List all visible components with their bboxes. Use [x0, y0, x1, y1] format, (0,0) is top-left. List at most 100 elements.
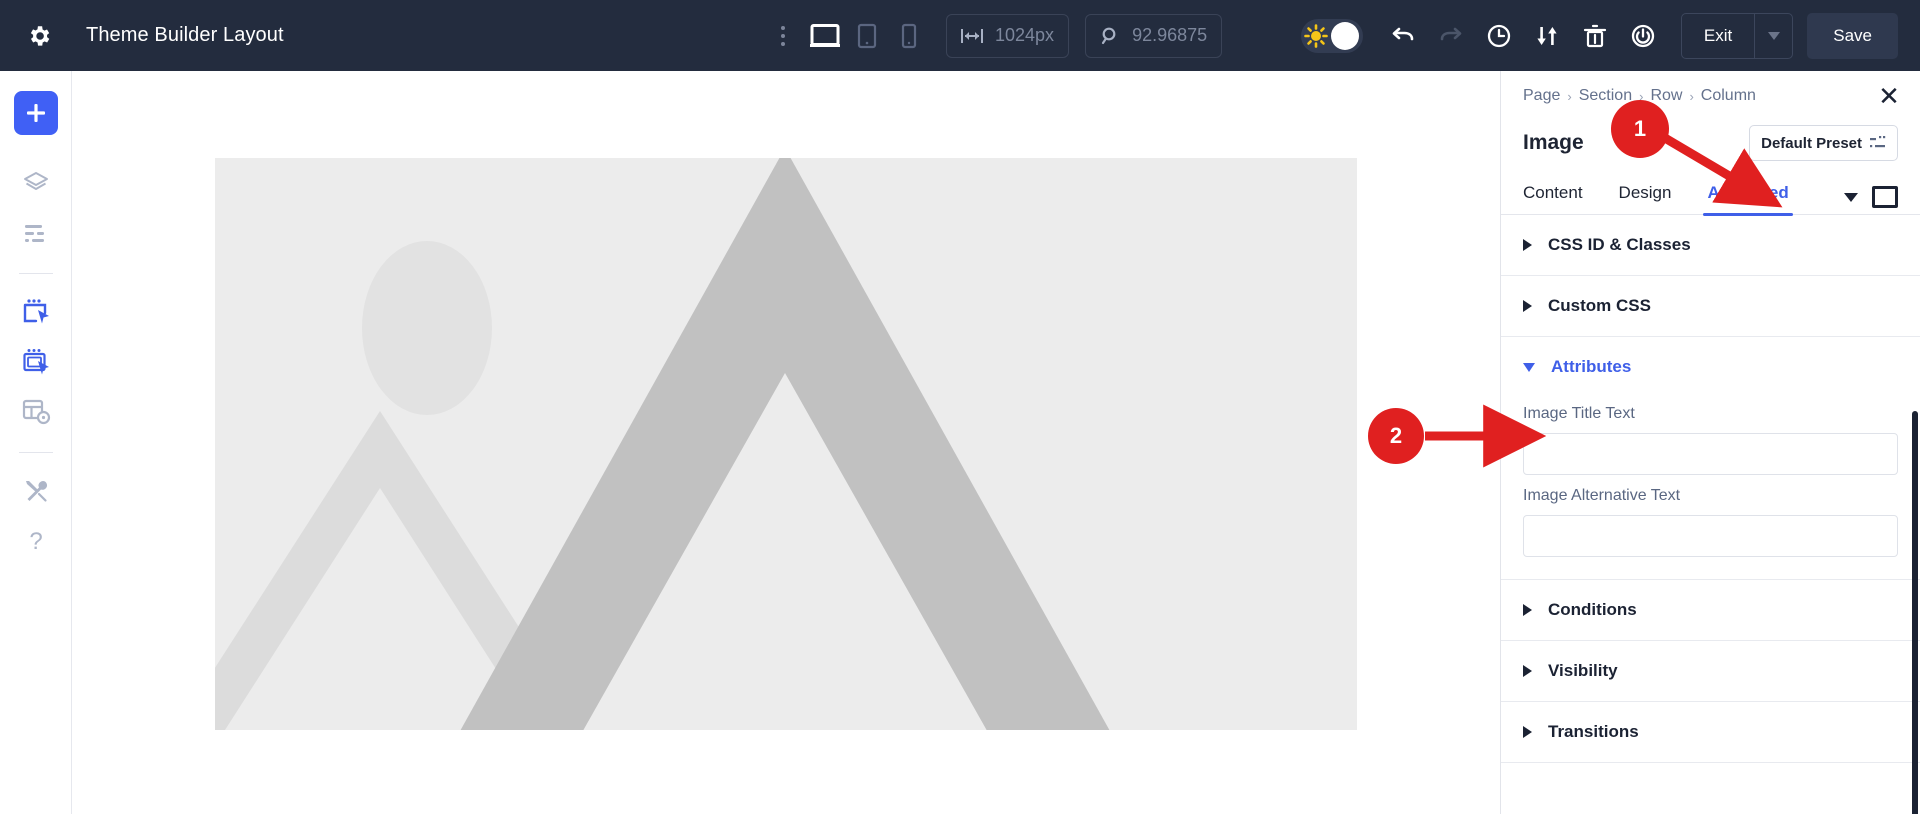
desktop-icon[interactable]	[804, 15, 846, 57]
attributes-content: Image Title Text Image Alternative Text	[1501, 385, 1920, 580]
save-button[interactable]: Save	[1807, 12, 1898, 59]
redo-icon[interactable]	[1427, 12, 1475, 60]
tab-advanced[interactable]: Advanced	[1703, 183, 1793, 216]
section-label: CSS ID & Classes	[1548, 235, 1691, 254]
section-conditions[interactable]: Conditions	[1501, 580, 1920, 641]
top-toolbar: Theme Builder Layout 1024px 92.96875 Exi…	[0, 0, 1920, 71]
question-mark-icon: ?	[29, 528, 42, 554]
width-arrows-icon	[961, 28, 983, 43]
zoom-level-field[interactable]: 92.96875	[1085, 13, 1223, 58]
section-attributes[interactable]: Attributes	[1501, 337, 1920, 385]
wrench-screwdriver-icon	[25, 481, 47, 502]
chevron-right-icon	[1523, 665, 1532, 677]
default-preset-label: Default Preset	[1761, 134, 1862, 152]
panel-tabs: Content Design Advanced	[1501, 183, 1920, 216]
tab-content[interactable]: Content	[1523, 183, 1583, 214]
section-label: Attributes	[1551, 357, 1632, 376]
breadcrumb: Page › Section › Row › Column	[1523, 87, 1898, 105]
panel-body: CSS ID & Classes Custom CSS Attributes I…	[1501, 215, 1920, 814]
page-settings-icon	[22, 399, 50, 425]
tab-extra-controls	[1844, 186, 1898, 214]
exit-button[interactable]: Exit	[1682, 14, 1754, 58]
theme-builder-app: Theme Builder Layout 1024px 92.96875 Exi…	[0, 0, 1920, 814]
panel-header: Page › Section › Row › Column ✕ Image De…	[1501, 71, 1920, 161]
chevron-right-icon	[1523, 726, 1532, 738]
undo-icon[interactable]	[1379, 12, 1427, 60]
section-label: Transitions	[1548, 722, 1639, 741]
close-icon[interactable]: ✕	[1874, 81, 1904, 111]
section-label: Visibility	[1548, 661, 1618, 680]
breadcrumb-item-section[interactable]: Section	[1579, 87, 1632, 105]
annotation-badge-2: 2	[1368, 408, 1424, 464]
sidebar-item-help[interactable]: ?	[14, 519, 58, 563]
breadcrumb-separator: ›	[1689, 88, 1694, 104]
panel-title-row: Image Default Preset	[1523, 125, 1898, 161]
tablet-icon[interactable]	[846, 15, 888, 57]
toolbar-left-group: Theme Builder Layout	[0, 19, 284, 53]
power-icon[interactable]	[1619, 12, 1667, 60]
chevron-right-icon	[1523, 604, 1532, 616]
toggle-knob	[1330, 21, 1359, 50]
annotation-badge-1: 1	[1611, 100, 1669, 158]
toolbar-center-group: 1024px 92.96875	[770, 0, 1223, 71]
chevron-right-icon	[1523, 239, 1532, 251]
breadcrumb-separator: ›	[1567, 88, 1572, 104]
section-label: Conditions	[1548, 600, 1637, 619]
app-title: Theme Builder Layout	[86, 24, 284, 46]
multi-select-icon	[22, 349, 49, 375]
image-title-text-label: Image Title Text	[1523, 405, 1635, 422]
zoom-level-value: 92.96875	[1132, 25, 1208, 45]
rail-divider-2	[18, 452, 53, 453]
theme-toggle[interactable]	[1300, 18, 1363, 53]
panel-scrollbar[interactable]	[1912, 411, 1918, 814]
canvas-width-field[interactable]: 1024px	[946, 13, 1070, 58]
builder-canvas[interactable]	[72, 71, 1500, 814]
trash-icon[interactable]	[1571, 12, 1619, 60]
expand-panel-icon[interactable]	[1872, 186, 1898, 208]
section-label: Custom CSS	[1548, 296, 1651, 315]
left-rail: ?	[0, 71, 72, 814]
magnifier-icon	[1101, 27, 1116, 44]
breadcrumb-item-row[interactable]: Row	[1650, 87, 1682, 105]
sidebar-item-page-settings[interactable]	[14, 390, 58, 434]
tab-design[interactable]: Design	[1619, 183, 1672, 214]
plus-icon	[26, 104, 45, 122]
breadcrumb-item-page[interactable]: Page	[1523, 87, 1560, 105]
svg-text:?: ?	[29, 528, 42, 554]
sidebar-item-select-element[interactable]	[14, 290, 58, 334]
placeholder-mountains-icon	[215, 158, 1357, 730]
kebab-menu-icon[interactable]	[770, 18, 796, 54]
toolbar-right-group: Exit Save	[1300, 0, 1898, 71]
image-placeholder[interactable]	[215, 158, 1357, 730]
page-title: Image	[1523, 131, 1584, 154]
image-alternative-text-label: Image Alternative Text	[1523, 487, 1681, 504]
preset-dots-icon	[1870, 136, 1886, 148]
sidebar-item-tools[interactable]	[14, 469, 58, 513]
image-alternative-text-input[interactable]	[1523, 515, 1898, 557]
gear-icon[interactable]	[22, 19, 56, 53]
sun-icon	[1304, 23, 1328, 48]
rail-divider-1	[18, 273, 53, 274]
default-preset-button[interactable]: Default Preset	[1749, 125, 1898, 161]
layers-icon	[23, 172, 48, 190]
section-transitions[interactable]: Transitions	[1501, 702, 1920, 763]
section-css-id-classes[interactable]: CSS ID & Classes	[1501, 215, 1920, 276]
sidebar-item-layers[interactable]	[14, 161, 58, 205]
section-custom-css[interactable]: Custom CSS	[1501, 276, 1920, 337]
section-visibility[interactable]: Visibility	[1501, 641, 1920, 702]
caret-down-icon[interactable]	[1844, 192, 1858, 202]
sidebar-item-list-settings[interactable]	[14, 211, 58, 255]
image-title-text-input[interactable]	[1523, 433, 1898, 475]
list-settings-icon	[24, 225, 44, 242]
add-module-button[interactable]	[13, 91, 58, 135]
canvas-width-value: 1024px	[995, 25, 1055, 45]
sort-updown-icon[interactable]	[1523, 12, 1571, 60]
sidebar-item-multi-select-element[interactable]	[14, 340, 58, 384]
breadcrumb-item-column[interactable]: Column	[1701, 87, 1756, 105]
history-clock-icon[interactable]	[1475, 12, 1523, 60]
chevron-down-icon	[1523, 362, 1535, 372]
phone-icon[interactable]	[888, 15, 930, 57]
settings-panel: Page › Section › Row › Column ✕ Image De…	[1500, 71, 1920, 814]
chevron-right-icon	[1523, 300, 1532, 312]
caret-down-icon[interactable]	[1754, 13, 1792, 58]
